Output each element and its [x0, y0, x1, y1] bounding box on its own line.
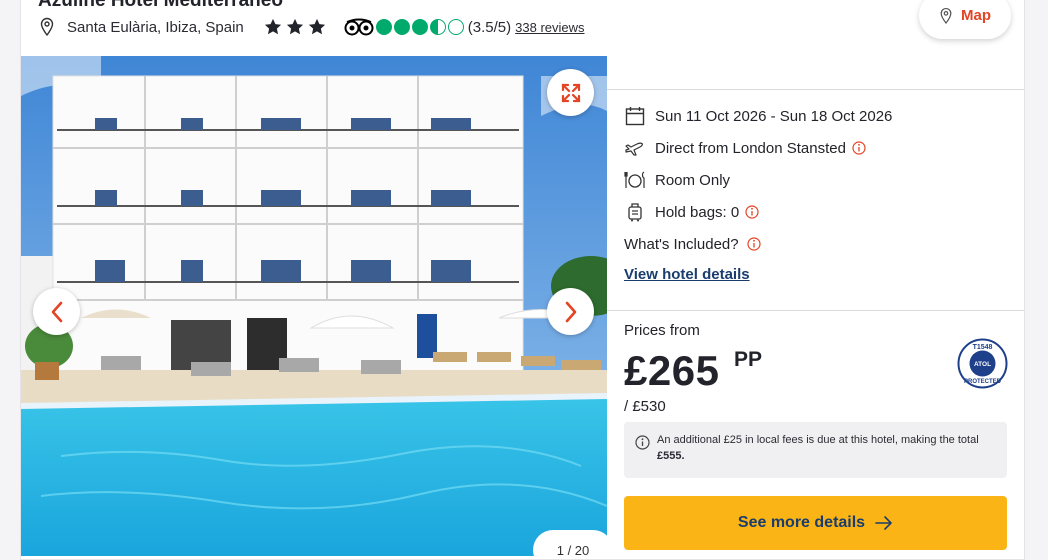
- atol-text: ATOL: [974, 361, 991, 368]
- board-row: Room Only: [624, 168, 730, 192]
- whats-included-label: What's Included?: [624, 235, 739, 253]
- trip-details: Sun 11 Oct 2026 - Sun 18 Oct 2026 Direct…: [607, 89, 1024, 283]
- info-icon[interactable]: [852, 141, 866, 155]
- rating-bubble-full: [393, 19, 410, 35]
- tripadvisor-rating: (3.5/5) 338 reviews: [344, 18, 585, 36]
- calendar-icon: [624, 105, 646, 127]
- rating-bubble-full: [411, 19, 428, 35]
- cta-label: See more details: [737, 514, 866, 531]
- reviews-link[interactable]: 338 reviews: [515, 20, 584, 35]
- hotel-photo: [21, 56, 607, 556]
- included-row: What's Included?: [624, 232, 761, 256]
- chevron-left-icon: [51, 301, 62, 322]
- price-panel: Prices from £265 PP / £530 T1548 ATOL PR…: [607, 310, 1024, 559]
- luggage-icon: [624, 201, 646, 223]
- photo-counter: 1 / 20: [533, 530, 607, 556]
- arrow-right-icon: [875, 516, 892, 530]
- flight-info: Direct from London Stansted: [655, 139, 846, 157]
- info-icon[interactable]: [745, 205, 759, 219]
- star-icon: [264, 18, 281, 35]
- rating-bubble-empty: [447, 19, 464, 35]
- hold-bags: Hold bags: 0: [655, 203, 740, 221]
- bags-row: Hold bags: 0: [624, 200, 759, 224]
- see-more-details-button[interactable]: See more details: [624, 496, 1007, 550]
- travel-dates: Sun 11 Oct 2026 - Sun 18 Oct 2026: [655, 107, 893, 125]
- hotel-card: Azuline Hotel Mediterraneo Santa Eulària…: [20, 0, 1025, 560]
- view-hotel-details-link[interactable]: View hotel details: [624, 266, 750, 283]
- atol-number: T1548: [973, 344, 993, 351]
- plane-icon: [624, 137, 646, 159]
- atol-protected-logo: T1548 ATOL PROTECTED: [957, 338, 1008, 389]
- map-button-label: Map: [961, 7, 991, 24]
- photo-gallery[interactable]: 1 / 20: [21, 56, 607, 556]
- fee-text: An additional £25 in local fees is due a…: [657, 434, 979, 446]
- location-pin-icon: [40, 17, 54, 37]
- hotel-location: Santa Eulària, Ibiza, Spain: [67, 18, 244, 36]
- flight-row: Direct from London Stansted: [624, 136, 866, 160]
- hotel-meta-row: Santa Eulària, Ibiza, Spain (3.5/5) 338 …: [39, 16, 585, 38]
- tripadvisor-owl-icon: [344, 18, 374, 36]
- info-icon: [635, 435, 650, 450]
- board-type: Room Only: [655, 171, 731, 189]
- expand-icon: [561, 83, 580, 102]
- chevron-right-icon: [565, 301, 576, 322]
- hotel-name[interactable]: Azuline Hotel Mediterraneo: [38, 0, 283, 12]
- info-icon[interactable]: [747, 237, 761, 251]
- star-rating: [264, 18, 330, 36]
- atol-protected-text: PROTECTED: [964, 379, 1002, 385]
- price-per-person: £265: [624, 347, 720, 394]
- map-button[interactable]: Map: [919, 0, 1011, 39]
- tripadvisor-rating-text: (3.5/5): [467, 18, 512, 36]
- previous-photo-button[interactable]: [33, 288, 80, 335]
- rating-bubble-full: [375, 19, 392, 35]
- prices-from-label: Prices from: [624, 322, 700, 339]
- fullscreen-button[interactable]: [547, 69, 594, 116]
- star-icon: [286, 18, 303, 35]
- next-photo-button[interactable]: [547, 288, 594, 335]
- total-price: / £530: [624, 398, 666, 415]
- rating-bubble-half: [429, 19, 446, 35]
- dates-row: Sun 11 Oct 2026 - Sun 18 Oct 2026: [624, 104, 892, 128]
- per-person-label: PP: [734, 348, 763, 371]
- star-icon: [308, 18, 325, 35]
- local-fees-notice: An additional £25 in local fees is due a…: [624, 422, 1007, 478]
- map-pin-icon: [940, 7, 952, 24]
- fee-total: £555.: [657, 450, 685, 462]
- dining-icon: [624, 169, 646, 191]
